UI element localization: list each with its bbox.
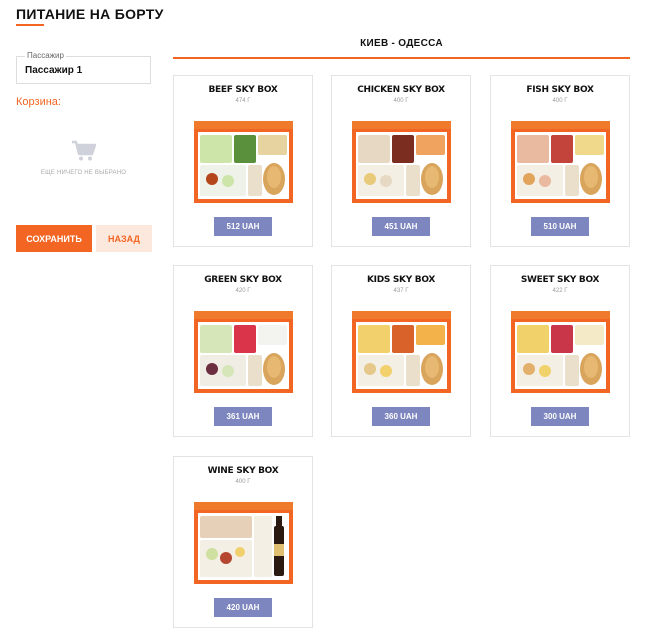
meal-name: GREEN SKY BOX — [204, 275, 282, 285]
meal-box-image — [352, 311, 451, 393]
meal-card[interactable]: SWEET SKY BOX 422 Г 300 UAH — [490, 265, 630, 437]
meal-weight: 400 Г — [235, 479, 251, 485]
meal-card[interactable]: GREEN SKY BOX 420 Г 361 UAH — [173, 265, 313, 437]
meal-name: FISH SKY BOX — [526, 85, 594, 95]
meal-box-image — [511, 311, 610, 393]
passenger-label: Пассажир — [25, 51, 66, 60]
route-underline — [173, 57, 630, 59]
page-title: ПИТАНИЕ НА БОРТУ — [16, 6, 164, 22]
meal-card[interactable]: FISH SKY BOX 400 Г 510 UAH — [490, 75, 630, 247]
meal-weight: 474 Г — [235, 98, 251, 104]
meal-price-button[interactable]: 510 UAH — [531, 217, 589, 236]
meal-card[interactable]: WINE SKY BOX 400 Г 420 UAH — [173, 456, 313, 628]
meal-box-image — [352, 121, 451, 203]
passenger-value: Пассажир 1 — [25, 65, 83, 76]
meal-name: BEEF SKY BOX — [208, 85, 278, 95]
passenger-select[interactable]: Пассажир Пассажир 1 — [16, 51, 151, 84]
shopping-cart-icon — [71, 140, 96, 161]
meal-weight: 422 Г — [552, 288, 568, 294]
meal-price-button[interactable]: 361 UAH — [214, 407, 272, 426]
meal-name: SWEET SKY BOX — [520, 275, 600, 285]
meal-box-image — [194, 502, 293, 584]
title-underline — [16, 24, 44, 26]
meal-box-image — [194, 311, 293, 393]
meal-card[interactable]: CHICKEN SKY BOX 400 Г 451 UAH — [331, 75, 471, 247]
meal-price-button[interactable]: 420 UAH — [214, 598, 272, 617]
meal-box-image — [511, 121, 610, 203]
cart-empty-text: ЕЩЕ НИЧЕГО НЕ ВЫБРАНО — [40, 170, 127, 176]
meal-card[interactable]: KIDS SKY BOX 437 Г 360 UAH — [331, 265, 471, 437]
cart-empty-state: ЕЩЕ НИЧЕГО НЕ ВЫБРАНО — [16, 140, 151, 176]
route-title: КИЕВ - ОДЕССА — [360, 38, 443, 49]
meal-card[interactable]: BEEF SKY BOX 474 Г 512 UAH — [173, 75, 313, 247]
meal-price-button[interactable]: 300 UAH — [531, 407, 589, 426]
meal-name: WINE SKY BOX — [207, 466, 279, 476]
meal-weight: 420 Г — [235, 288, 251, 294]
meal-weight: 400 Г — [552, 98, 568, 104]
cart-title: Корзина: — [16, 96, 61, 108]
meal-weight: 400 Г — [393, 98, 409, 104]
meal-name: CHICKEN SKY BOX — [357, 85, 445, 95]
meal-price-button[interactable]: 360 UAH — [372, 407, 430, 426]
save-button[interactable]: СОХРАНИТЬ — [16, 225, 92, 252]
meal-box-image — [194, 121, 293, 203]
meal-weight: 437 Г — [393, 288, 409, 294]
meal-price-button[interactable]: 512 UAH — [214, 217, 272, 236]
back-button[interactable]: НАЗАД — [96, 225, 152, 252]
meal-price-button[interactable]: 451 UAH — [372, 217, 430, 236]
meal-name: KIDS SKY BOX — [366, 275, 436, 285]
